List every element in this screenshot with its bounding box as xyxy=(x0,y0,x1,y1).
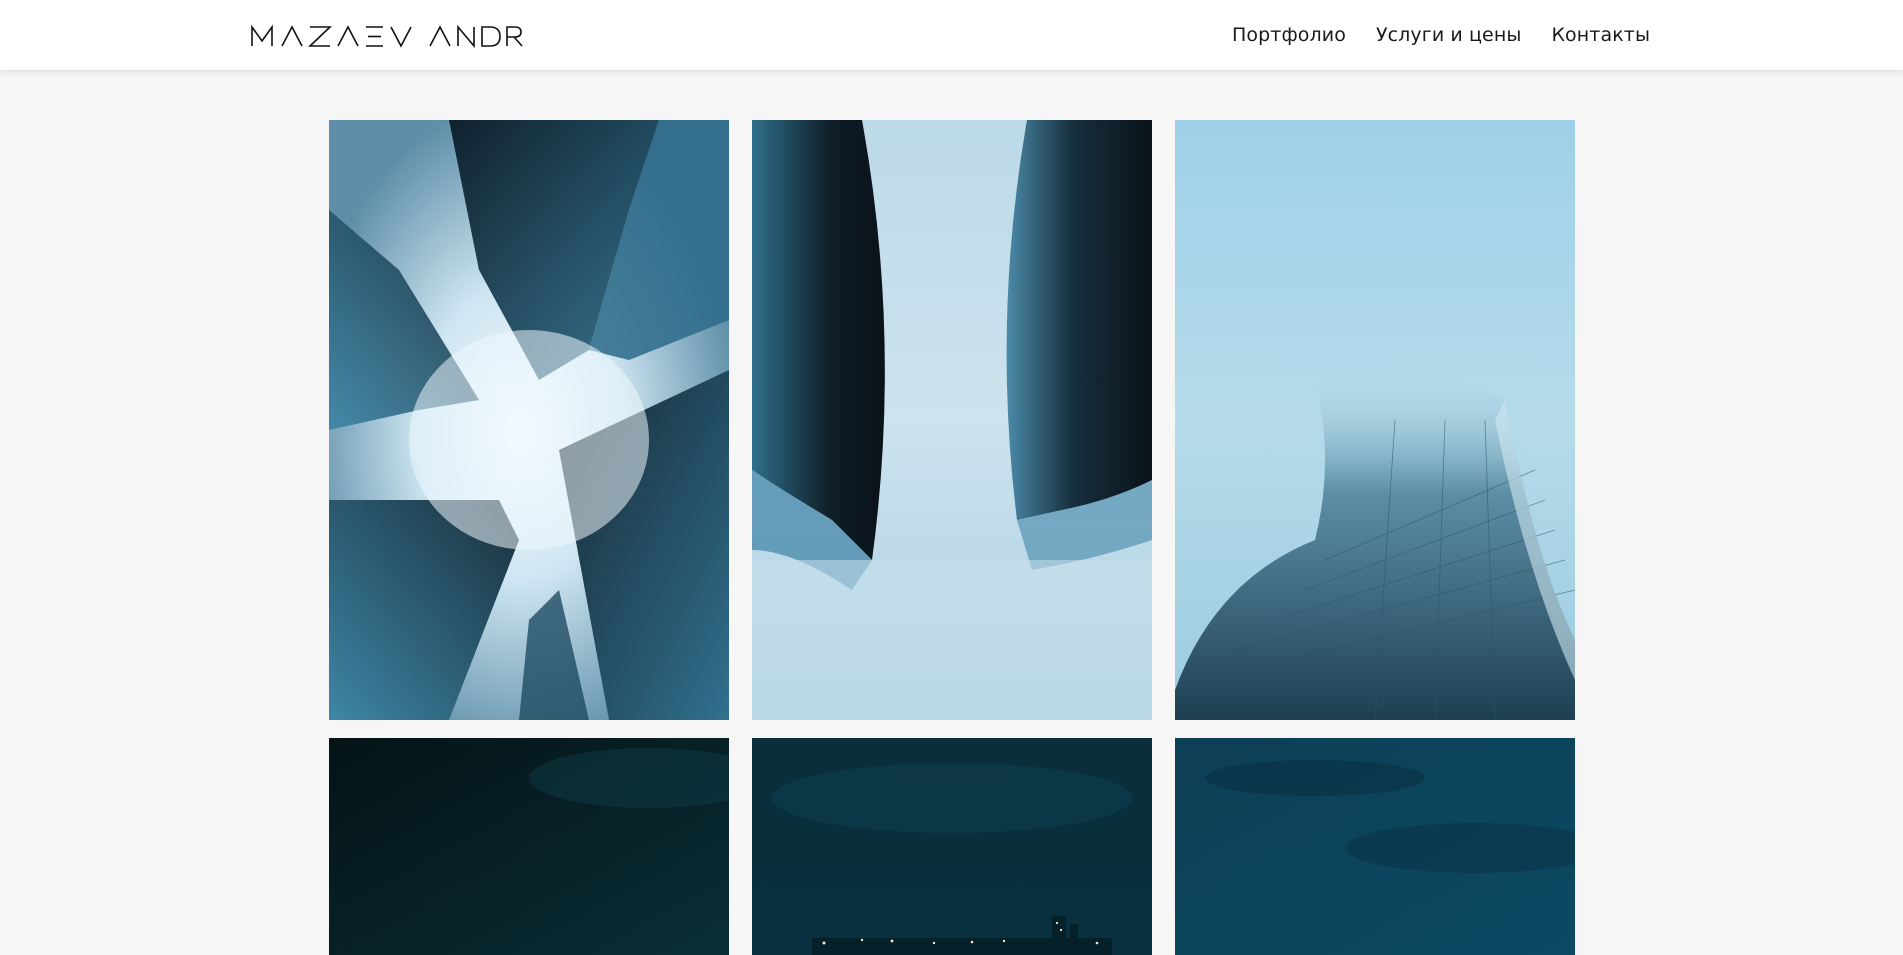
gallery-photo[interactable] xyxy=(1175,120,1575,720)
gallery-photo[interactable] xyxy=(1175,738,1575,955)
photo-image xyxy=(1175,738,1575,955)
photo-image xyxy=(1175,120,1575,720)
nav-item-portfolio[interactable]: Портфолио xyxy=(1232,24,1346,46)
site-header: Портфолио Услуги и цены Контакты xyxy=(0,0,1903,70)
photo-image xyxy=(752,120,1152,720)
nav-item-contacts[interactable]: Контакты xyxy=(1551,24,1650,46)
photo-image xyxy=(752,738,1152,955)
gallery-photo[interactable] xyxy=(329,120,729,720)
logo-wordmark xyxy=(251,24,523,48)
site-logo[interactable] xyxy=(250,20,525,52)
photo-image xyxy=(329,738,729,955)
photo-image xyxy=(329,120,729,720)
main-nav: Портфолио Услуги и цены Контакты xyxy=(1232,20,1650,50)
nav-item-services-prices[interactable]: Услуги и цены xyxy=(1376,24,1522,46)
gallery-photo[interactable] xyxy=(329,738,729,955)
gallery-photo[interactable] xyxy=(752,120,1152,720)
gallery-photo[interactable] xyxy=(752,738,1152,955)
